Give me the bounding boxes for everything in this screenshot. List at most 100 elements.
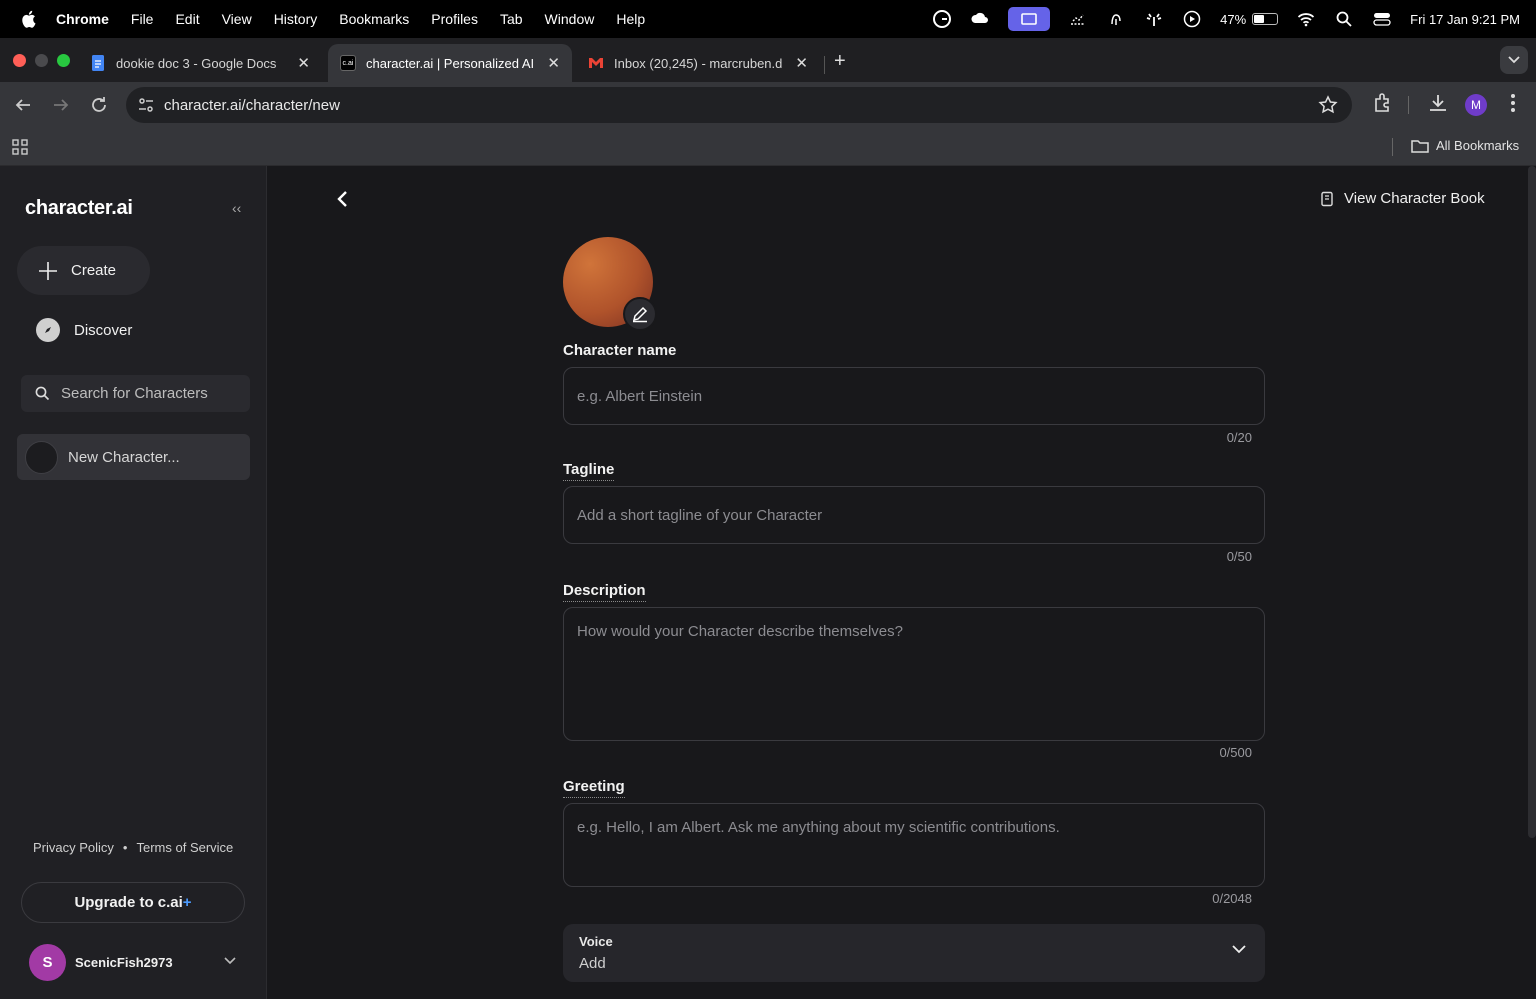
tab-google-docs[interactable]: dookie doc 3 - Google Docs ✕ — [78, 44, 322, 82]
macos-menu-bar: Chrome File Edit View History Bookmarks … — [0, 0, 1536, 38]
tagline-placeholder: Add a short tagline of your Character — [577, 507, 823, 524]
window-controls — [13, 54, 70, 67]
voice-select[interactable]: Voice Add — [563, 924, 1265, 982]
folder-icon — [1411, 139, 1429, 153]
more-vert-icon[interactable] — [1506, 92, 1520, 114]
characterai-icon: c.ai — [340, 55, 356, 71]
page-content: character.ai ‹‹ Create Discover Search f… — [0, 166, 1536, 999]
menu-edit[interactable]: Edit — [175, 11, 199, 27]
description-label: Description — [563, 582, 646, 602]
plus-icon — [39, 261, 57, 280]
tab-search-button[interactable] — [1500, 46, 1528, 74]
search-placeholder: Search for Characters — [61, 385, 208, 402]
extensions-icon[interactable] — [1372, 92, 1394, 114]
reload-icon — [92, 97, 106, 112]
menu-history[interactable]: History — [274, 11, 318, 27]
bookmarks-bar: All Bookmarks — [0, 128, 1536, 166]
wifi-icon[interactable] — [1296, 10, 1316, 28]
menu-window[interactable]: Window — [545, 11, 595, 27]
reload-button[interactable] — [88, 94, 110, 116]
fingerprint-icon[interactable] — [1106, 10, 1126, 28]
back-arrow-icon[interactable] — [336, 190, 350, 208]
search-icon — [35, 386, 50, 401]
voice-value: Add — [579, 955, 606, 972]
upgrade-plus: + — [182, 894, 192, 911]
discover-link[interactable]: Discover — [36, 318, 132, 342]
tab-gmail[interactable]: Inbox (20,245) - marcruben.d ✕ — [576, 44, 820, 82]
tab-title: Inbox (20,245) - marcruben.d — [614, 55, 783, 71]
new-tab-button[interactable]: + — [834, 50, 846, 73]
user-menu[interactable]: S ScenicFish2973 — [29, 944, 173, 981]
apps-grid-icon[interactable] — [12, 139, 28, 155]
menu-chrome[interactable]: Chrome — [56, 11, 109, 27]
pencil-icon — [632, 306, 648, 323]
recent-chat-item[interactable]: New Character... — [17, 434, 250, 480]
back-button[interactable] — [12, 94, 34, 116]
edit-avatar-button[interactable] — [623, 297, 657, 331]
browser-toolbar: character.ai/character/new M — [0, 82, 1536, 128]
menu-tab[interactable]: Tab — [500, 11, 523, 27]
hotspot-icon[interactable] — [1144, 10, 1164, 28]
arrow-left-icon — [15, 99, 30, 111]
privacy-policy-link[interactable]: Privacy Policy — [33, 840, 114, 855]
sidebar: character.ai ‹‹ Create Discover Search f… — [0, 166, 267, 999]
terms-of-service-link[interactable]: Terms of Service — [136, 840, 233, 855]
greeting-textarea[interactable]: e.g. Hello, I am Albert. Ask me anything… — [563, 803, 1265, 887]
close-tab-icon[interactable]: ✕ — [547, 54, 560, 72]
site-settings-icon[interactable] — [136, 95, 156, 115]
control-center-icon[interactable] — [1372, 10, 1392, 28]
menu-help[interactable]: Help — [616, 11, 645, 27]
menu-view[interactable]: View — [222, 11, 252, 27]
upgrade-button[interactable]: Upgrade to c.ai + — [21, 882, 245, 923]
close-tab-icon[interactable]: ✕ — [795, 54, 808, 72]
legal-separator: • — [122, 840, 128, 855]
bookmarks-separator — [1392, 138, 1393, 156]
creative-cloud-icon[interactable] — [970, 10, 990, 28]
browser-tab-strip: dookie doc 3 - Google Docs ✕ c.ai charac… — [0, 38, 1536, 82]
collapse-sidebar-icon[interactable]: ‹‹ — [232, 200, 241, 216]
toolbar-separator — [1408, 96, 1409, 114]
spotlight-search-icon[interactable] — [1334, 10, 1354, 28]
close-window-button[interactable] — [13, 54, 26, 67]
forward-button[interactable] — [50, 94, 72, 116]
menu-bookmarks[interactable]: Bookmarks — [339, 11, 409, 27]
create-button[interactable]: Create — [17, 246, 150, 295]
view-character-book-button[interactable]: View Character Book — [1320, 190, 1485, 207]
page-scrollbar[interactable] — [1528, 166, 1536, 838]
menu-file[interactable]: File — [131, 11, 154, 27]
legal-links: Privacy Policy • Terms of Service — [33, 840, 233, 855]
chevron-down-icon[interactable] — [223, 956, 237, 966]
recent-chat-label: New Character... — [68, 448, 180, 466]
bookmark-star-icon[interactable] — [1318, 95, 1338, 115]
compass-icon — [36, 318, 60, 342]
tab-characterai[interactable]: c.ai character.ai | Personalized AI ✕ — [328, 44, 572, 82]
address-bar[interactable]: character.ai/character/new — [126, 87, 1352, 123]
grammarly-icon[interactable] — [932, 10, 952, 28]
tab-title: character.ai | Personalized AI — [366, 55, 535, 71]
search-input[interactable]: Search for Characters — [21, 375, 250, 412]
character-name-input[interactable]: e.g. Albert Einstein — [563, 367, 1265, 425]
tab-title: dookie doc 3 - Google Docs — [116, 55, 277, 71]
user-avatar: S — [29, 944, 66, 981]
clock[interactable]: Fri 17 Jan 9:21 PM — [1410, 12, 1520, 27]
username: ScenicFish2973 — [75, 955, 173, 970]
description-textarea[interactable]: How would your Character describe themse… — [563, 607, 1265, 741]
download-icon[interactable] — [1427, 92, 1449, 114]
arrow-right-icon — [54, 99, 69, 111]
logo[interactable]: character.ai — [25, 197, 133, 220]
all-bookmarks-button[interactable]: All Bookmarks — [1411, 138, 1519, 153]
profile-avatar[interactable]: M — [1465, 94, 1487, 116]
close-tab-icon[interactable]: ✕ — [297, 54, 310, 72]
description-placeholder: How would your Character describe themse… — [577, 623, 903, 640]
zoom-window-button[interactable] — [57, 54, 70, 67]
tagline-counter: 0/50 — [1226, 549, 1252, 564]
battery-indicator[interactable]: 47% — [1220, 11, 1279, 27]
activity-icon[interactable] — [1068, 10, 1088, 28]
menu-profiles[interactable]: Profiles — [431, 11, 478, 27]
screen-mirror-icon[interactable] — [1008, 7, 1051, 31]
apple-icon[interactable] — [20, 10, 36, 28]
minimize-window-button[interactable] — [35, 54, 48, 67]
tagline-input[interactable]: Add a short tagline of your Character — [563, 486, 1265, 544]
play-icon[interactable] — [1182, 10, 1202, 28]
battery-percent: 47% — [1220, 11, 1247, 27]
